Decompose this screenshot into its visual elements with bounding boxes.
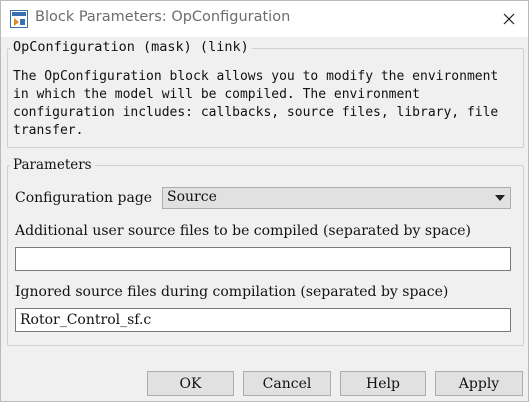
simulink-block-icon	[10, 10, 28, 28]
ignored-source-files-label: Ignored source files during compilation …	[15, 284, 449, 300]
dropdown-arrow-icon	[495, 195, 505, 201]
description-legend: OpConfiguration (mask) (link)	[10, 39, 252, 55]
parameters-legend: Parameters	[10, 157, 95, 173]
title-bar[interactable]: Block Parameters: OpConfiguration	[1, 1, 528, 37]
block-parameters-dialog: Block Parameters: OpConfiguration OpConf…	[0, 0, 529, 402]
configuration-page-value: Source	[167, 189, 217, 205]
window-title: Block Parameters: OpConfiguration	[35, 9, 291, 25]
ok-button[interactable]: OK	[147, 371, 234, 396]
additional-source-files-input[interactable]	[15, 247, 511, 271]
apply-button[interactable]: Apply	[435, 371, 523, 396]
help-button[interactable]: Help	[340, 371, 426, 396]
ignored-source-files-input[interactable]: Rotor_Control_sf.c	[15, 308, 511, 332]
configuration-page-label: Configuration page	[15, 190, 153, 206]
cancel-button[interactable]: Cancel	[243, 371, 331, 396]
close-icon[interactable]	[489, 1, 528, 37]
block-description: The OpConfiguration block allows you to …	[13, 69, 499, 138]
configuration-page-select[interactable]: Source	[162, 187, 511, 209]
additional-source-files-label: Additional user source files to be compi…	[15, 223, 471, 239]
